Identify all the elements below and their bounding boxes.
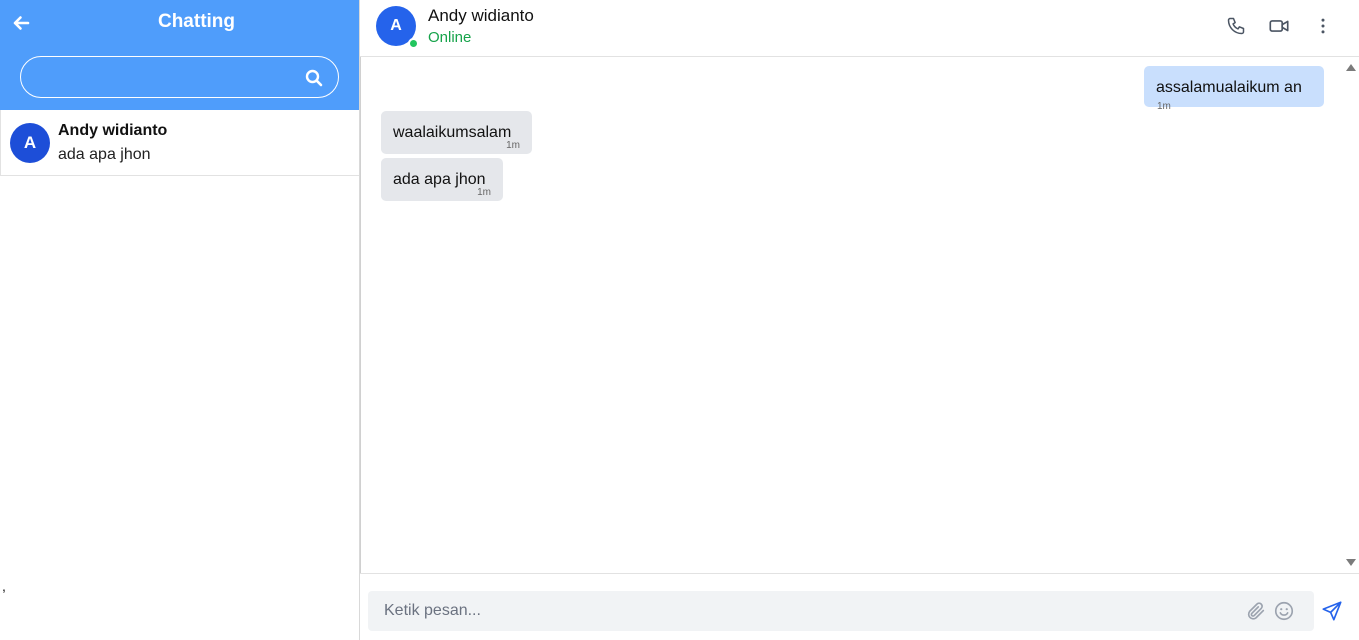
stray-text: , <box>2 578 6 594</box>
phone-icon <box>1227 17 1245 35</box>
contact-name: Andy widianto <box>58 122 168 139</box>
contact-last-message: ada apa jhon <box>58 146 151 163</box>
message-bubble-incoming: waalaikumsalam 1m <box>381 111 532 154</box>
message-input[interactable] <box>384 600 1224 622</box>
chat-app: Chatting A Andy widianto ada apa jhon , … <box>0 0 1359 640</box>
chat-contact-name: Andy widianto <box>428 6 534 25</box>
send-icon[interactable] <box>1321 600 1343 622</box>
more-vertical-icon <box>1321 18 1325 34</box>
scroll-up-arrow[interactable] <box>1346 64 1356 71</box>
scroll-down-arrow[interactable] <box>1346 559 1356 566</box>
more-options-button[interactable] <box>1312 15 1334 37</box>
message-bubble-incoming: ada apa jhon 1m <box>381 158 503 201</box>
message-text: assalamualaikum an <box>1156 79 1302 96</box>
chat-panel: A Andy widianto Online assalamualaikum a… <box>360 0 1359 640</box>
contact-item[interactable]: A Andy widianto ada apa jhon <box>0 110 359 176</box>
online-indicator <box>408 38 419 49</box>
message-text: waalaikumsalam <box>393 124 512 141</box>
call-button[interactable] <box>1225 15 1247 37</box>
chat-header: A Andy widianto Online <box>360 0 1359 57</box>
message-time: 1m <box>477 187 491 198</box>
sidebar-header: Chatting <box>0 0 359 110</box>
avatar: A <box>10 123 50 163</box>
chat-contact-status: Online <box>428 29 472 46</box>
message-text: ada apa jhon <box>393 171 486 188</box>
search-box <box>20 56 339 98</box>
smile-icon[interactable] <box>1273 600 1295 622</box>
search-icon[interactable] <box>304 68 324 88</box>
message-composer <box>360 573 1359 640</box>
sidebar-title: Chatting <box>157 11 236 32</box>
message-time: 1m <box>506 140 520 151</box>
message-bubble-outgoing: assalamualaikum an 1m <box>1144 66 1324 112</box>
message-list[interactable]: assalamualaikum an 1m waalaikumsalam 1m … <box>360 57 1359 573</box>
search-input[interactable] <box>37 66 297 88</box>
paperclip-icon[interactable] <box>1245 600 1267 622</box>
video-call-button[interactable] <box>1268 15 1290 37</box>
video-icon <box>1269 20 1289 32</box>
message-time: 1m <box>1157 101 1171 112</box>
composer-field <box>368 591 1314 631</box>
sidebar: Chatting A Andy widianto ada apa jhon , <box>0 0 360 640</box>
